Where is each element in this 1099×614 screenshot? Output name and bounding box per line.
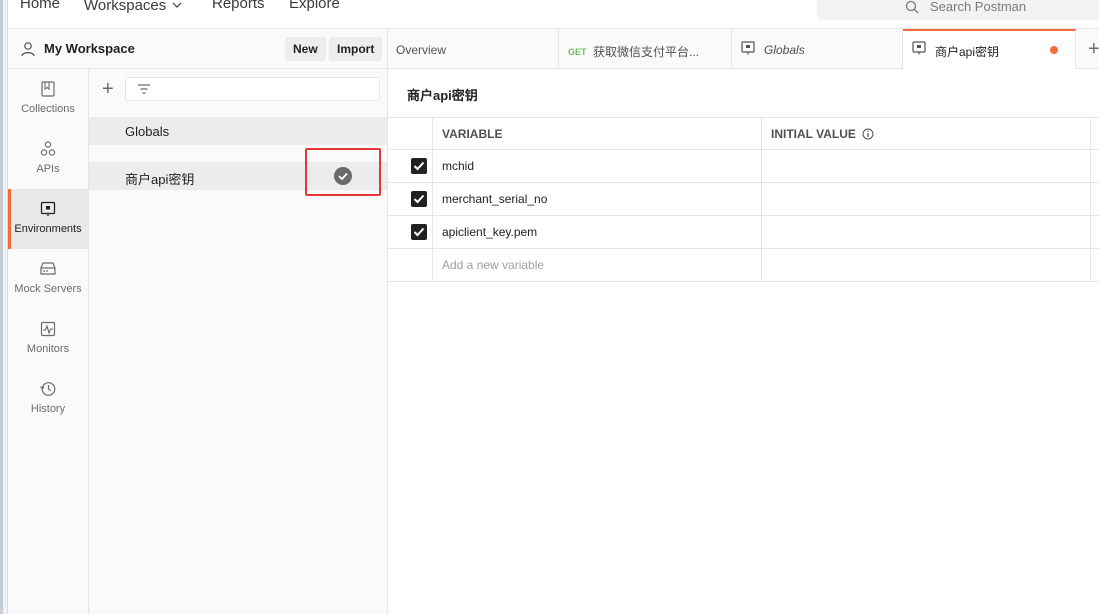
import-button[interactable]: Import [329,37,383,61]
initial-value-cell[interactable] [762,150,1091,183]
sidebar-item-label: APIs [36,163,60,175]
column-header-label: INITIAL VALUE [771,127,856,141]
variable-name: mchid [442,159,475,173]
nav-reports[interactable]: Reports [212,0,265,12]
annotation-highlight-box [305,148,381,196]
window-edge [0,0,8,614]
search-box[interactable]: Search Postman [817,0,1099,20]
unsaved-dot-icon [1050,46,1058,54]
sidebar-item-apis[interactable]: APIs [8,129,88,189]
environments-icon [39,200,57,218]
search-placeholder: Search Postman [930,0,1027,14]
workspace-title[interactable]: My Workspace [44,41,135,56]
table-row: merchant_serial_no [388,183,1099,216]
column-header-initial-value: INITIAL VALUE [771,127,874,143]
nav-workspaces[interactable]: Workspaces [84,0,182,14]
tab-request[interactable]: GET 获取微信支付平台... [559,29,732,69]
collections-icon [39,80,57,98]
initial-value-cell[interactable] [762,183,1091,216]
apis-icon [39,140,57,158]
tab-bar: Overview GET 获取微信支付平台... Globals 商户api密钥… [388,29,1099,70]
environment-name: 商户api密钥 [125,172,195,187]
tab-active-environment[interactable]: 商户api密钥 [903,29,1076,70]
table-row: apiclient_key.pem [388,216,1099,249]
tab-label: 获取微信支付平台... [593,45,700,59]
search-icon [905,0,919,17]
sidebar-item-monitors[interactable]: Monitors [8,309,88,369]
new-variable-input[interactable]: Add a new variable [433,249,762,282]
check-cell [388,183,433,216]
sidebar-item-label: History [30,403,66,415]
sidebar-item-label: Mock Servers [14,283,82,295]
environment-name: Globals [125,124,170,139]
enable-checkbox[interactable] [411,158,427,174]
sidebar-item-mock-servers[interactable]: Mock Servers [8,249,88,309]
nav-explore[interactable]: Explore [289,0,340,12]
variable-cell[interactable]: apiclient_key.pem [433,216,762,249]
workspace-header: My Workspace New Import [8,29,388,69]
variable-name: apiclient_key.pem [442,225,538,239]
table-row: mchid [388,150,1099,183]
new-tab-button[interactable]: + [1088,38,1099,61]
environment-item-globals[interactable]: Globals [89,117,387,145]
history-icon [39,380,57,398]
sidebar-item-label: Collections [21,103,75,115]
get-method-badge: GET [568,44,587,58]
sidebar-item-label: Monitors [26,343,70,355]
check-cell [388,150,433,183]
sidebar: Collections APIs Environments Mock Serve… [8,69,89,614]
variable-cell[interactable]: mchid [433,150,762,183]
nav-workspaces-label: Workspaces [84,0,167,14]
new-initial-value-input[interactable] [762,249,1091,282]
sidebar-item-environments[interactable]: Environments [8,189,88,249]
variable-name: merchant_serial_no [442,192,548,206]
new-variable-row: Add a new variable [388,249,1099,282]
sidebar-item-label: Environments [14,223,82,235]
environment-icon [912,41,926,58]
tab-label: Overview [396,43,447,57]
initial-value-cell[interactable] [762,216,1091,249]
sidebar-item-collections[interactable]: Collections [8,69,88,129]
enable-checkbox[interactable] [411,224,427,240]
tab-label: 商户api密钥 [935,45,1000,59]
method-label: GET [568,47,587,57]
add-environment-button[interactable]: + [102,79,114,99]
new-button[interactable]: New [285,37,326,61]
environment-icon [741,41,755,58]
chevron-down-icon [172,0,182,12]
header-cell: INITIAL VALUE [762,118,1091,151]
filter-icon [137,83,151,98]
user-icon [20,41,36,60]
check-cell [388,216,433,249]
environment-editor: 商户api密钥 VARIABLE INITIAL VALUE mchid mer… [388,69,1099,614]
mock-servers-icon [39,260,57,278]
top-nav: Home Workspaces Reports Explore Search P… [8,0,1099,29]
check-cell [388,249,433,282]
header-check-cell [388,118,433,151]
tab-overview[interactable]: Overview [388,29,559,69]
table-header: VARIABLE INITIAL VALUE [388,117,1099,151]
monitors-icon [39,320,57,338]
tab-label: Globals [764,43,805,57]
sidebar-item-history[interactable]: History [8,369,88,429]
nav-home[interactable]: Home [20,0,60,12]
info-icon[interactable] [862,128,874,143]
filter-input[interactable] [125,77,380,101]
column-header-variable: VARIABLE [442,127,503,141]
enable-checkbox[interactable] [411,191,427,207]
tab-globals[interactable]: Globals [732,29,903,69]
new-variable-placeholder: Add a new variable [442,258,545,272]
variable-cell[interactable]: merchant_serial_no [433,183,762,216]
header-cell: VARIABLE [433,118,762,151]
environment-title[interactable]: 商户api密钥 [407,85,478,104]
